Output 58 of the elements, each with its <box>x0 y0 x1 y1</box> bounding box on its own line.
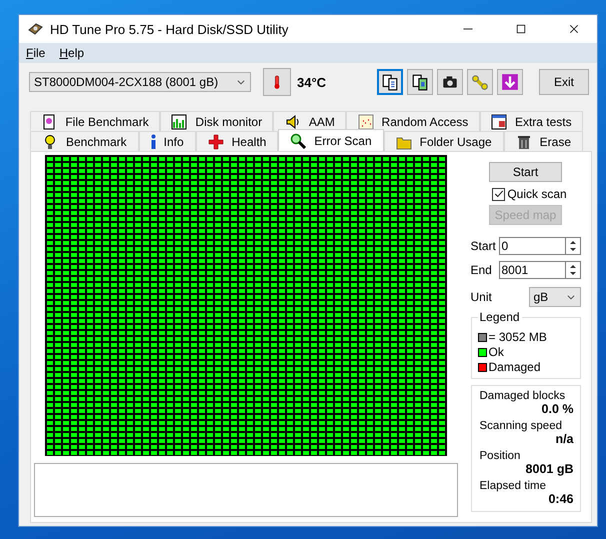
stat-value: n/a <box>555 432 574 446</box>
menu-item[interactable]: Help <box>59 46 84 60</box>
tab[interactable]: Random Access <box>346 111 480 131</box>
tab[interactable]: Info <box>138 131 196 151</box>
tab[interactable]: File Benchmark <box>30 111 160 131</box>
checkbox-label: Quick scan <box>507 187 567 201</box>
magnifier-icon <box>290 133 306 149</box>
tab[interactable]: Folder Usage <box>384 131 504 151</box>
legend-label: Damaged <box>488 360 541 374</box>
checkmark-icon <box>494 189 504 199</box>
tab[interactable]: Extra tests <box>480 111 583 131</box>
number-field[interactable]: 8001 <box>498 261 564 279</box>
spinner-arrows-icon[interactable] <box>564 261 580 279</box>
speaker-icon <box>284 114 301 130</box>
bar-chart-icon <box>171 114 188 130</box>
maximize-icon[interactable] <box>515 23 527 35</box>
unit-dropdown[interactable]: gB <box>528 287 580 307</box>
field-label: End <box>470 263 492 277</box>
toolbar-button[interactable] <box>437 69 463 95</box>
window-title: HD Tune Pro 5.75 - Hard Disk/SSD Utility <box>50 22 290 36</box>
table-icon <box>490 114 507 130</box>
toolbar-button[interactable] <box>407 69 433 95</box>
scatter-icon <box>358 114 374 130</box>
stat-label: Scanning speed <box>480 420 563 432</box>
spinner-arrows-icon[interactable] <box>564 237 580 255</box>
stat-label: Position <box>480 450 522 462</box>
info-icon <box>150 134 156 150</box>
toolbar-button[interactable] <box>377 69 403 95</box>
document-icon <box>41 114 58 130</box>
legend-title: Legend <box>478 310 522 324</box>
stat-label: Damaged blocks <box>480 390 566 402</box>
tab[interactable]: Health <box>196 131 278 151</box>
legend-label: = 3052 MB <box>488 330 547 344</box>
number-field[interactable]: 0 <box>498 237 564 255</box>
tab[interactable]: Disk monitor <box>160 111 274 131</box>
field-label: Start <box>470 239 496 253</box>
field-label: Unit <box>470 290 492 304</box>
stat-label: Elapsed time <box>480 480 547 492</box>
tab[interactable]: Error Scan <box>278 129 384 152</box>
trash-icon <box>516 134 532 150</box>
tab[interactable]: Benchmark <box>30 131 139 151</box>
exit-button[interactable]: Exit <box>539 69 589 95</box>
legend-label: Ok <box>488 345 504 359</box>
close-icon[interactable] <box>568 23 580 35</box>
cross-icon <box>208 134 224 150</box>
drive-dropdown[interactable]: ST8000DM004-2CX188 (8001 gB) <box>29 72 251 92</box>
tab[interactable]: AAM <box>273 111 346 131</box>
document-icon <box>381 73 399 91</box>
start-button[interactable]: Start <box>489 162 562 182</box>
stat-value: 8001 gB <box>526 462 574 476</box>
tab[interactable]: Erase <box>504 131 583 151</box>
stat-value: 0.0 % <box>542 402 574 416</box>
compare-icon <box>411 73 429 91</box>
temperature: 34°C <box>297 74 326 90</box>
checkbox[interactable] <box>492 188 506 200</box>
download-icon <box>501 73 519 91</box>
stat-value: 0:46 <box>548 492 574 506</box>
menu-item[interactable]: File <box>26 46 46 60</box>
